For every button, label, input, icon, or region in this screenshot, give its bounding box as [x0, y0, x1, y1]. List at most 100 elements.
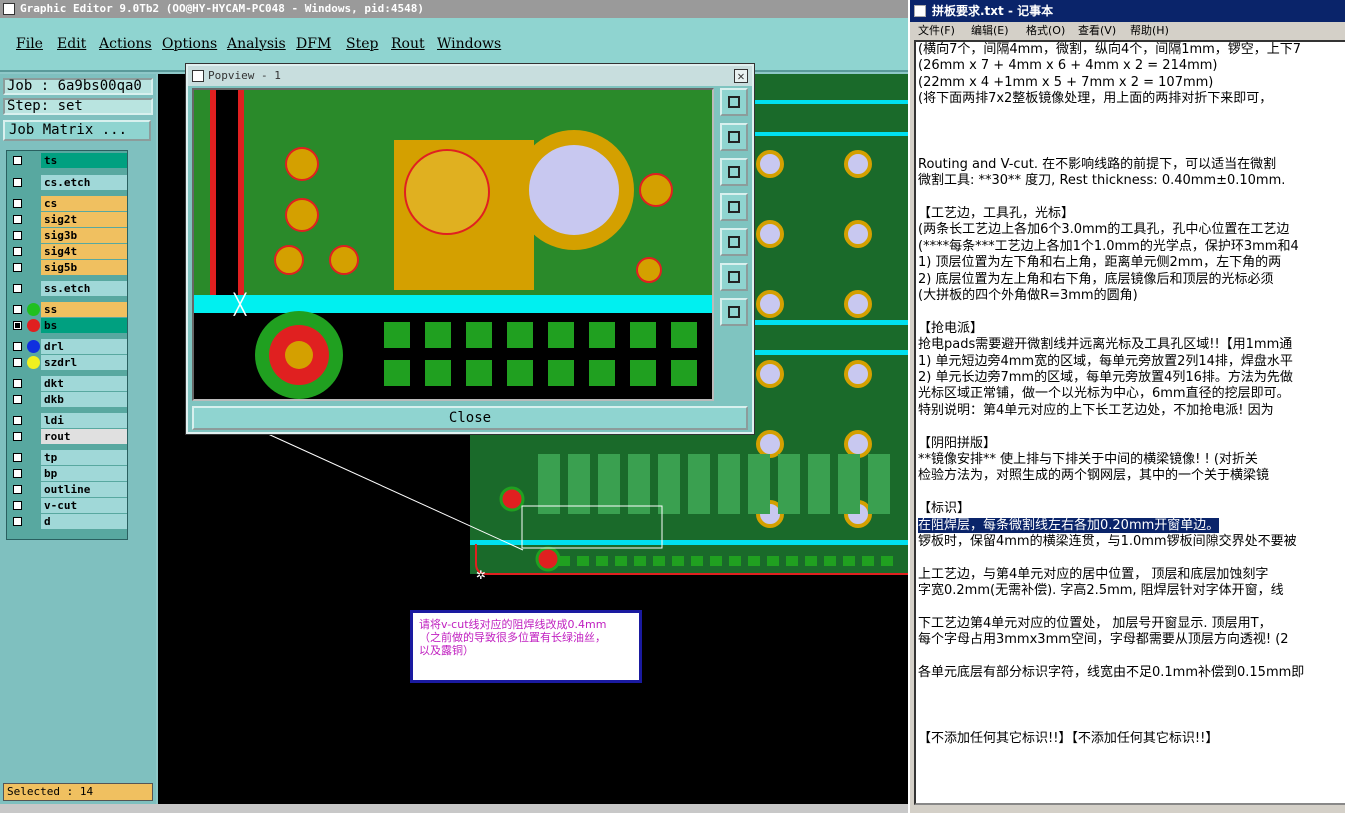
menu-options[interactable]: Options	[162, 36, 217, 52]
layer-row-cs.etch[interactable]: cs.etch	[9, 175, 127, 190]
layer-label[interactable]: drl	[41, 339, 127, 354]
popview-close-button[interactable]: Close	[192, 406, 748, 430]
layer-label[interactable]: cs.etch	[41, 175, 127, 190]
layer-label[interactable]: ss	[41, 302, 127, 317]
layer-label[interactable]: sig2t	[41, 212, 127, 227]
layer-row-bs[interactable]: bs	[9, 318, 127, 333]
layer-checkbox[interactable]	[13, 416, 22, 425]
layer-row-rout[interactable]: rout	[9, 429, 127, 444]
layer-row-sig3b[interactable]: sig3b	[9, 228, 127, 243]
job-matrix-button[interactable]: Job Matrix ...	[3, 120, 151, 141]
menu-analysis[interactable]: Analysis	[227, 36, 286, 52]
popview-title: Popview - 1	[208, 69, 281, 82]
layer-row-sig4t[interactable]: sig4t	[9, 244, 127, 259]
notepad-icon[interactable]	[914, 5, 926, 17]
layer-row-drl[interactable]: drl	[9, 339, 127, 354]
thieving-pad	[425, 360, 451, 386]
layer-checkbox[interactable]	[13, 156, 22, 165]
layer-checkbox[interactable]	[13, 395, 22, 404]
menu-step[interactable]: Step	[346, 36, 378, 52]
layer-checkbox[interactable]	[13, 199, 22, 208]
layer-row-ldi[interactable]: ldi	[9, 413, 127, 428]
popview-close-icon[interactable]: ✕	[734, 69, 748, 83]
ge-titlebar[interactable]: Graphic Editor 9.0Tb2 (OO@HY-HYCAM-PC048…	[0, 0, 908, 18]
layer-checkbox[interactable]	[13, 178, 22, 187]
layer-label[interactable]: cs	[41, 196, 127, 211]
layer-checkbox[interactable]	[13, 263, 22, 272]
layer-checkbox[interactable]	[13, 247, 22, 256]
layer-checkbox[interactable]	[13, 284, 22, 293]
layer-checkbox[interactable]	[13, 358, 22, 367]
layer-label[interactable]: szdrl	[41, 355, 127, 370]
layer-checkbox[interactable]	[13, 231, 22, 240]
layer-row-bp[interactable]: bp	[9, 466, 127, 481]
zoom-in-button[interactable]	[720, 123, 748, 151]
zoom-box-button[interactable]	[720, 263, 748, 291]
notepad-menu-item[interactable]: 格式(O)	[1026, 22, 1065, 40]
layer-label[interactable]: sig4t	[41, 244, 127, 259]
popview-dialog[interactable]: Popview - 1 ✕ ╳ Close	[185, 63, 755, 435]
layer-row-sig2t[interactable]: sig2t	[9, 212, 127, 227]
layer-row-szdrl[interactable]: szdrl	[9, 355, 127, 370]
layer-label[interactable]: sig5b	[41, 260, 127, 275]
menu-file[interactable]: File	[16, 36, 43, 52]
layer-checkbox[interactable]	[13, 432, 22, 441]
pan-left-button[interactable]	[720, 193, 748, 221]
layer-checkbox[interactable]	[13, 305, 22, 314]
layer-checkbox[interactable]	[13, 215, 22, 224]
popview-image[interactable]: ╳	[192, 88, 714, 401]
home-button[interactable]	[720, 298, 748, 326]
layer-row-ts[interactable]: ts	[9, 153, 127, 168]
layer-label[interactable]: tp	[41, 450, 127, 465]
layer-checkbox[interactable]	[13, 342, 22, 351]
zoom-out-button[interactable]	[720, 158, 748, 186]
layer-row-ss[interactable]: ss	[9, 302, 127, 317]
popview-app-icon[interactable]	[192, 70, 204, 82]
menu-dfm[interactable]: DFM	[296, 36, 331, 52]
selected-text[interactable]: 在阻焊层，每条微割线左右各加0.20mm开窗单边。	[918, 517, 1220, 533]
layer-checkbox[interactable]	[13, 517, 22, 526]
layer-label[interactable]: ss.etch	[41, 281, 127, 296]
layer-checkbox[interactable]	[13, 469, 22, 478]
layer-label[interactable]: bp	[41, 466, 127, 481]
menu-windows[interactable]: Windows	[437, 36, 501, 52]
layer-label[interactable]: sig3b	[41, 228, 127, 243]
fit-button[interactable]	[720, 88, 748, 116]
layer-label[interactable]: dkt	[41, 376, 127, 391]
menu-rout[interactable]: Rout	[391, 36, 425, 52]
menu-edit[interactable]: Edit	[57, 36, 86, 52]
layer-checkbox[interactable]	[13, 453, 22, 462]
layer-row-d[interactable]: d	[9, 514, 127, 529]
layer-label[interactable]: ldi	[41, 413, 127, 428]
layer-checkbox[interactable]	[13, 379, 22, 388]
layer-row-dkt[interactable]: dkt	[9, 376, 127, 391]
layer-label[interactable]: v-cut	[41, 498, 127, 513]
menu-actions[interactable]: Actions	[99, 36, 152, 52]
layer-checkbox[interactable]	[13, 485, 22, 494]
layer-label[interactable]: rout	[41, 429, 127, 444]
layer-label[interactable]: dkb	[41, 392, 127, 407]
thieving-pad	[577, 556, 589, 566]
notepad-menu-item[interactable]: 帮助(H)	[1130, 22, 1169, 40]
notepad-menu-item[interactable]: 编辑(E)	[971, 22, 1009, 40]
layer-label[interactable]: bs	[41, 318, 127, 333]
app-icon[interactable]	[3, 3, 15, 15]
notepad-menu-item[interactable]: 查看(V)	[1078, 22, 1116, 40]
layer-label[interactable]: outline	[41, 482, 127, 497]
layer-label[interactable]: ts	[41, 153, 127, 168]
notepad-window[interactable]: 拼板要求.txt - 记事本 文件(F) 编辑(E) 格式(O) 查看(V) 帮助(H)…	[908, 0, 1345, 813]
notepad-menu-item[interactable]: 文件(F)	[918, 22, 955, 40]
notepad-titlebar[interactable]: 拼板要求.txt - 记事本	[910, 0, 1345, 22]
popview-titlebar[interactable]: Popview - 1 ✕	[188, 66, 752, 86]
layer-checkbox[interactable]	[13, 501, 22, 510]
layer-row-dkb[interactable]: dkb	[9, 392, 127, 407]
notepad-text-area[interactable]: (横向7个，间隔4mm，微割，纵向4个，间隔1mm，锣空，上下7 (26mm x …	[914, 40, 1345, 805]
layer-row-ss.etch[interactable]: ss.etch	[9, 281, 127, 296]
layer-row-outline[interactable]: outline	[9, 482, 127, 497]
layer-row-sig5b[interactable]: sig5b	[9, 260, 127, 275]
layer-row-v-cut[interactable]: v-cut	[9, 498, 127, 513]
layer-label[interactable]: d	[41, 514, 127, 529]
layer-row-tp[interactable]: tp	[9, 450, 127, 465]
pan-right-button[interactable]	[720, 228, 748, 256]
layer-row-cs[interactable]: cs	[9, 196, 127, 211]
